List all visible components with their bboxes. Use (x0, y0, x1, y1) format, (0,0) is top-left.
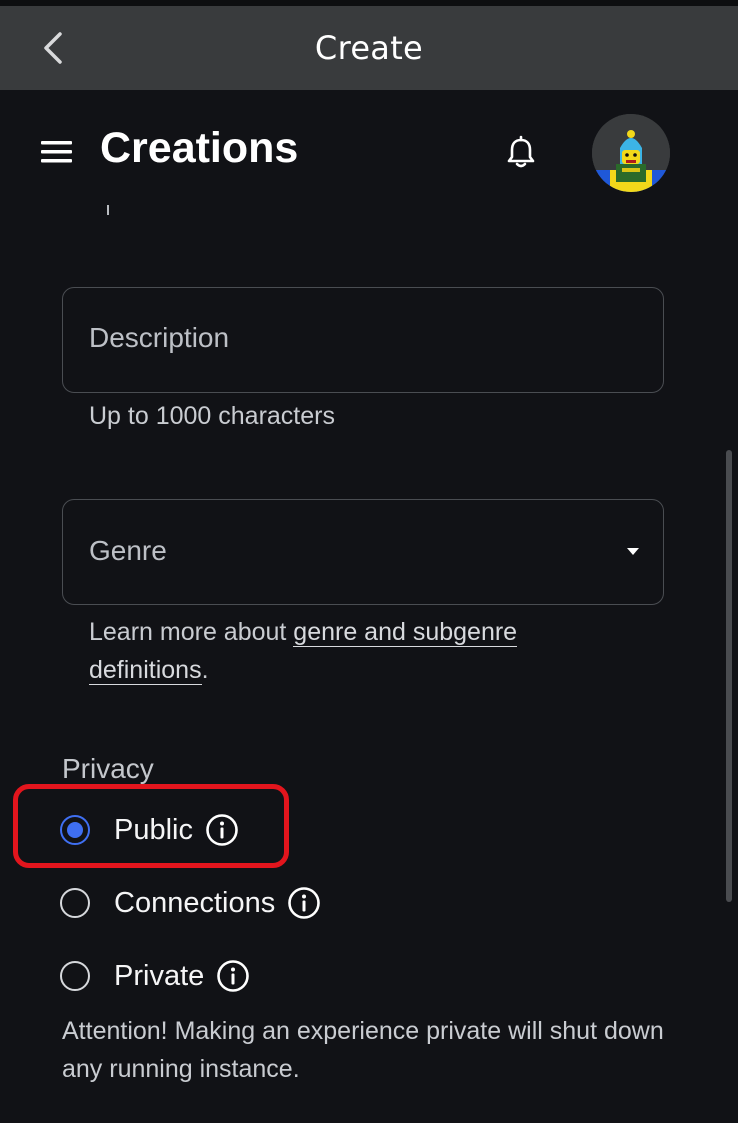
public-option-highlight (13, 784, 289, 868)
genre-select[interactable]: Genre (62, 499, 664, 605)
dropdown-arrow-icon (627, 548, 639, 555)
privacy-option-connections[interactable]: Connections (60, 881, 321, 925)
description-helper: Up to 1000 characters (89, 402, 335, 430)
scrollbar[interactable] (726, 450, 732, 902)
genre-helper-suffix: . (201, 656, 209, 684)
description-field[interactable]: Description (62, 287, 664, 393)
privacy-option-label: Private (114, 959, 205, 992)
description-placeholder: Description (89, 322, 230, 353)
app-bar: Create (0, 6, 738, 90)
bell-icon[interactable] (502, 134, 540, 172)
avatar-figure-icon (592, 114, 670, 192)
privacy-attention-text: Attention! Making an experience private … (62, 1017, 664, 1083)
genre-helper: Learn more about genre and subgenre defi… (89, 613, 609, 689)
radio-connections[interactable] (60, 888, 90, 918)
genre-placeholder: Genre (89, 535, 167, 566)
radio-private[interactable] (60, 961, 90, 991)
app-bar-title: Create (314, 29, 424, 67)
page-title: Creations (100, 124, 299, 172)
privacy-option-private[interactable]: Private (60, 954, 250, 998)
hamburger-menu-icon[interactable] (40, 138, 74, 166)
info-icon[interactable] (216, 959, 250, 993)
back-chevron-icon[interactable] (36, 28, 76, 68)
avatar[interactable] (592, 114, 670, 192)
genre-helper-prefix: Learn more about (89, 618, 294, 646)
privacy-option-label: Connections (114, 886, 276, 919)
info-icon[interactable] (287, 886, 321, 920)
page-header: Creations (0, 90, 738, 216)
scroll-remnant-mark (107, 205, 109, 215)
privacy-label: Privacy (62, 753, 154, 784)
